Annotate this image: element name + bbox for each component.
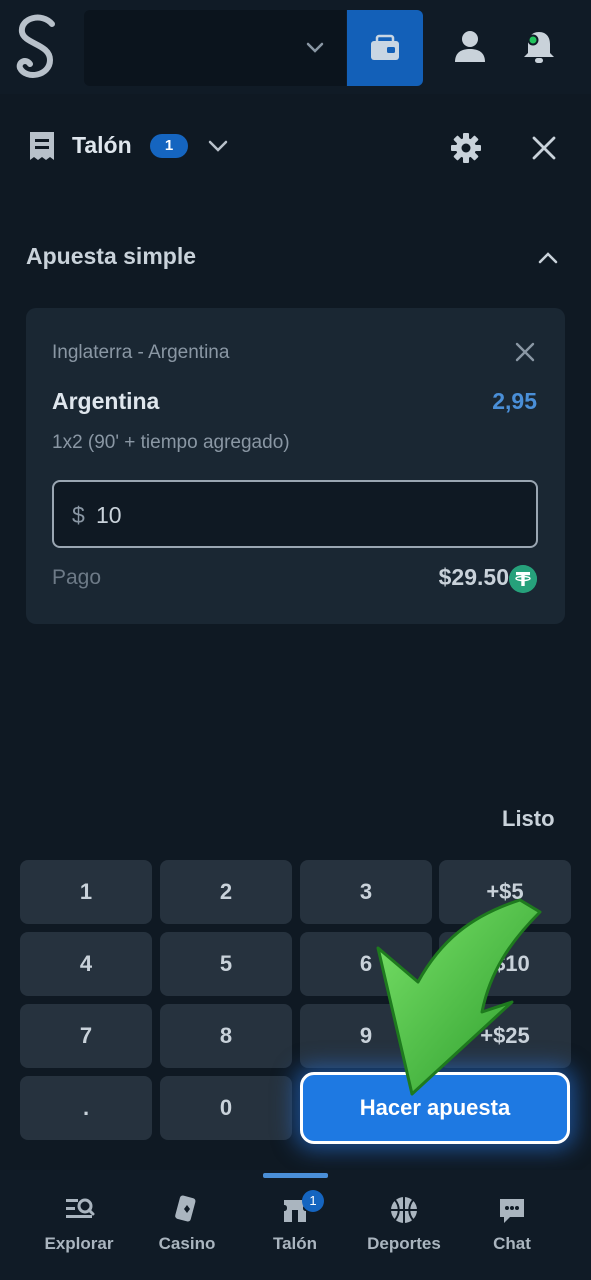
chat-icon [500,1199,524,1223]
nav-label: Explorar [44,1234,114,1253]
betslip-icon [30,132,54,160]
payout-label: Pago [52,566,102,589]
keypad-add-5[interactable]: +$5 [439,860,571,924]
keypad-key-4[interactable]: 4 [20,932,152,996]
keypad-add-10[interactable]: +$10 [439,932,571,996]
chevron-down-icon [306,42,324,53]
keypad-key-6[interactable]: 6 [300,932,432,996]
close-icon[interactable] [530,134,558,162]
match-name: Inglaterra - Argentina [52,342,230,363]
currency-symbol: $ [72,502,85,528]
wallet-icon [371,34,399,60]
section-title[interactable]: Apuesta simple [26,243,196,270]
keypad-key-7[interactable]: 7 [20,1004,152,1068]
nav-label: Deportes [367,1234,441,1253]
betslip-title[interactable]: Talón [72,132,132,159]
nav-label: Talón [272,1234,318,1253]
chevron-down-icon[interactable] [206,134,230,158]
top-bar [0,0,591,94]
keypad-key-9[interactable]: 9 [300,1004,432,1068]
nav-item-chat[interactable]: Chat [457,1194,567,1264]
keypad-key-dot[interactable]: . [20,1076,152,1140]
casino-icon [175,1195,196,1222]
stake-value: 10 [96,502,122,528]
nav-item-casino[interactable]: Casino [132,1194,242,1264]
keypad-key-3[interactable]: 3 [300,860,432,924]
nav-item-deportes[interactable]: Deportes [349,1194,459,1264]
user-icon[interactable] [452,28,488,64]
nav-label: Chat [493,1234,531,1253]
payout-value: $29.50 [438,564,509,590]
market-name: 1x2 (90' + tiempo agregado) [52,432,290,453]
active-tab-indicator [263,1173,328,1178]
chevron-up-icon[interactable] [536,246,560,270]
keypad-key-5[interactable]: 5 [160,932,292,996]
nav-label: Casino [158,1234,216,1253]
close-icon[interactable] [513,340,537,364]
keypad-key-2[interactable]: 2 [160,860,292,924]
bell-icon[interactable] [520,26,558,66]
selection-name: Argentina [52,388,160,414]
bet-card: Inglaterra - Argentina Argentina 2,95 1x… [26,308,565,624]
stake-input[interactable]: $ 10 [52,480,538,548]
nav-badge: 1 [302,1190,324,1212]
keypad-key-0[interactable]: 0 [160,1076,292,1140]
tether-icon [509,565,537,593]
gear-icon[interactable] [450,132,482,164]
logo-icon[interactable] [14,14,60,82]
place-bet-button[interactable]: Hacer apuesta [300,1072,570,1144]
done-button[interactable]: Listo [502,806,555,832]
wallet-button[interactable] [347,10,423,86]
odds-value: 2,95 [492,388,537,414]
nav-item-talon[interactable]: Talón [240,1194,350,1264]
betslip-count-badge: 1 [150,134,188,158]
bottom-nav: Explorar Casino Talón 1 Deportes Chat [0,1170,591,1280]
basketball-icon [391,1197,417,1223]
betslip-header: Talón 1 [0,100,591,190]
explore-icon [66,1198,95,1218]
wallet-select[interactable] [84,10,346,86]
keypad-add-25[interactable]: +$25 [439,1004,571,1068]
keypad-key-8[interactable]: 8 [160,1004,292,1068]
nav-item-explorar[interactable]: Explorar [24,1194,134,1264]
keypad-key-1[interactable]: 1 [20,860,152,924]
